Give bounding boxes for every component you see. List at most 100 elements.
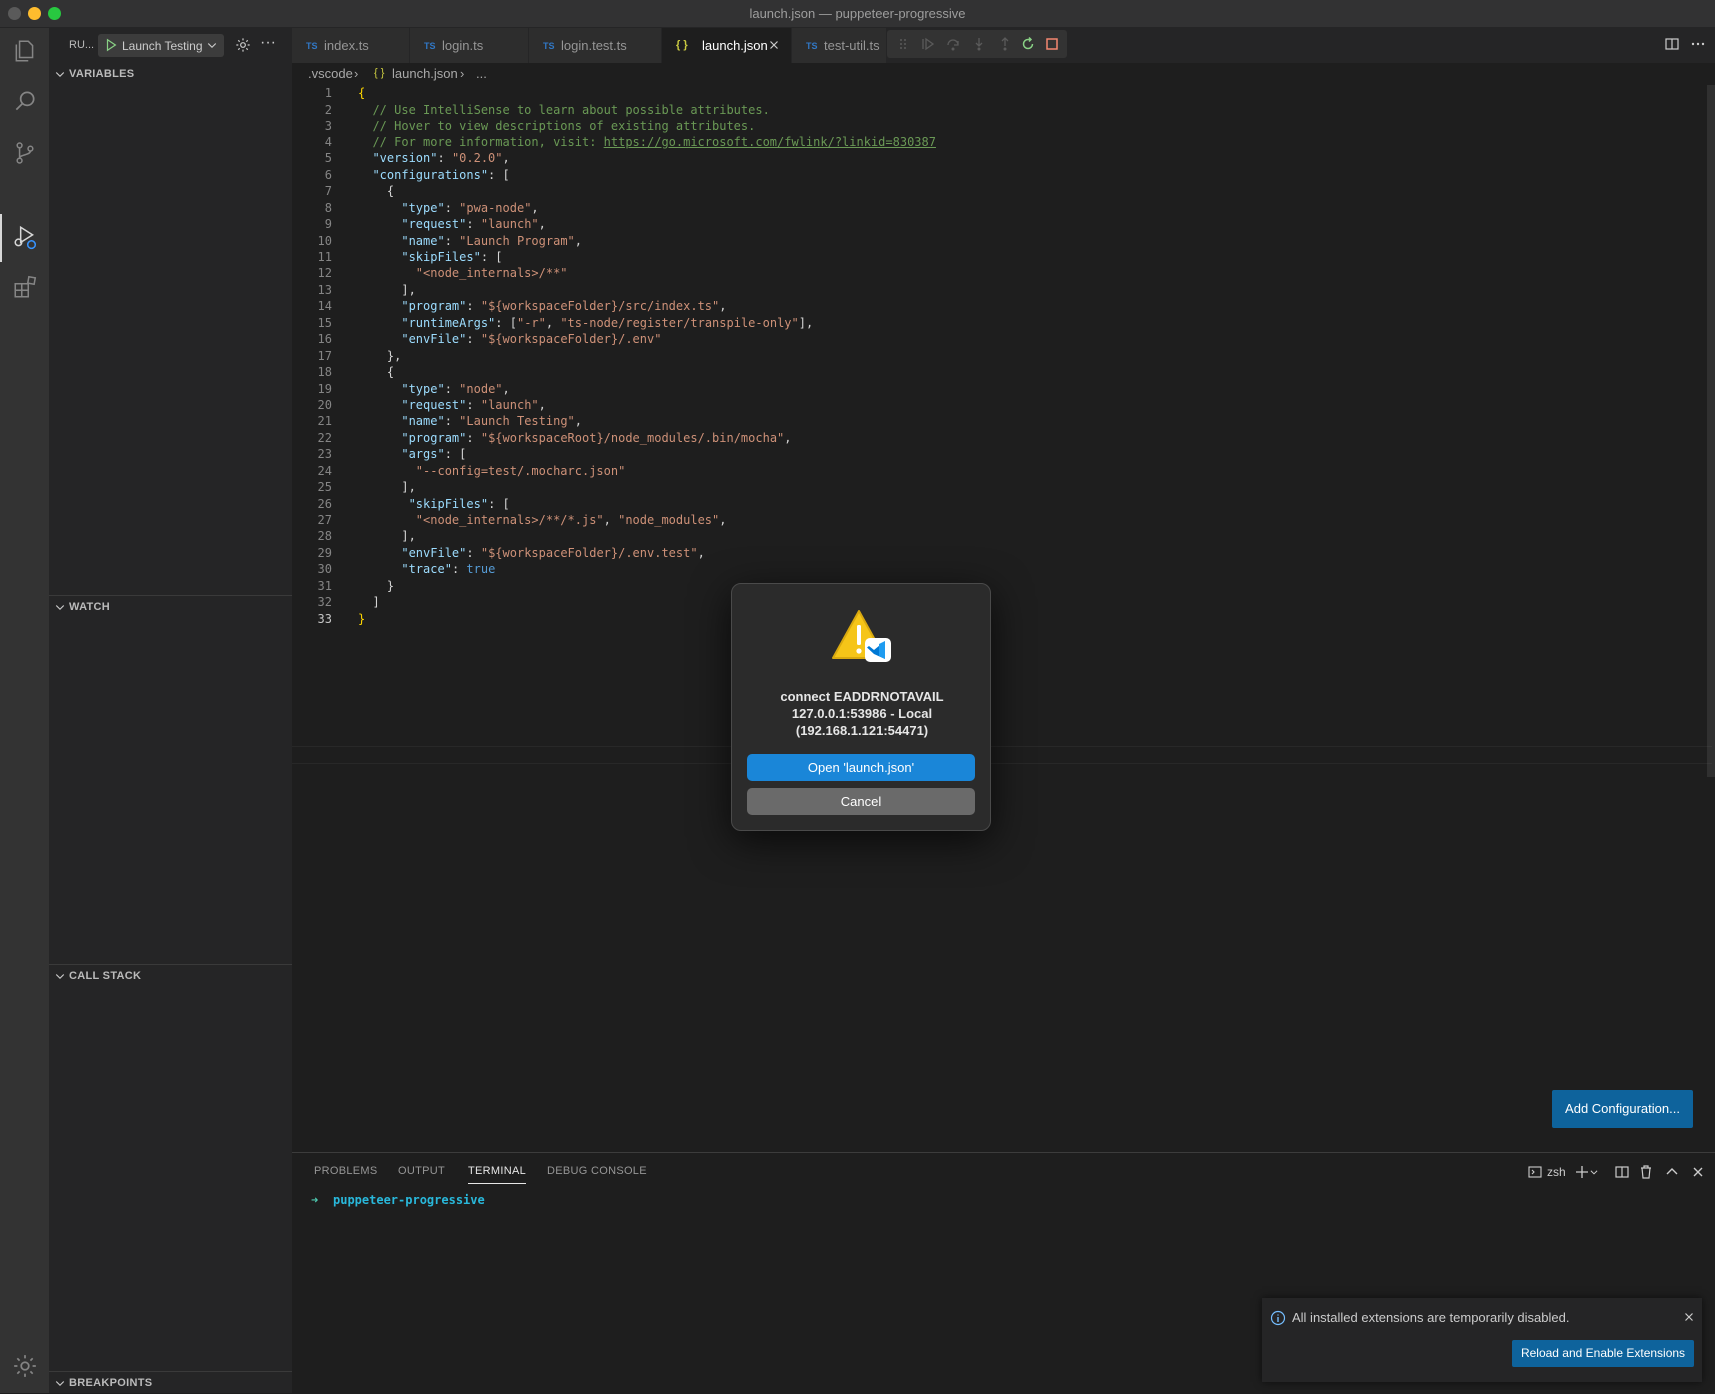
terminal-prompt-arrow: ➜: [311, 1193, 319, 1207]
line-number: 27: [317, 513, 332, 527]
call-stack-section-header[interactable]: CALL STACK: [49, 965, 292, 987]
code-line: "request": "launch",: [401, 398, 546, 412]
step-out-icon[interactable]: [997, 36, 1013, 52]
code-line: "runtimeArgs": ["-r", "ts-node/register/…: [401, 316, 814, 330]
step-over-icon[interactable]: [945, 36, 961, 52]
continue-icon[interactable]: [919, 36, 935, 52]
code-line: {: [358, 86, 366, 100]
tab-login-ts[interactable]: TS login.ts: [410, 28, 529, 63]
add-configuration-button[interactable]: Add Configuration...: [1552, 1090, 1693, 1128]
chevron-down-icon[interactable]: [206, 39, 218, 51]
stop-icon[interactable]: [1044, 36, 1060, 52]
tab-test-util-ts[interactable]: TS test-util.ts: [792, 28, 887, 63]
error-message-line: (192.168.1.121:54471): [795, 723, 929, 738]
code-line: },: [358, 349, 402, 363]
open-launch-json-button[interactable]: Open 'launch.json': [747, 754, 975, 781]
window-title: launch.json — puppeteer-progressive: [749, 6, 966, 21]
maximize-panel-icon[interactable]: [1664, 1164, 1680, 1180]
code-line: "skipFiles": [: [401, 250, 503, 264]
line-number: 4: [324, 135, 332, 149]
code-line: "envFile": "${workspaceFolder}/.env.test…: [401, 546, 705, 560]
breadcrumb-file[interactable]: launch.json: [392, 66, 458, 81]
terminal-shell-label[interactable]: zsh: [1547, 1165, 1566, 1179]
json-file-icon: { }: [374, 67, 385, 79]
call-stack-label: CALL STACK: [69, 970, 142, 982]
chevron-down-icon[interactable]: [1589, 1164, 1599, 1180]
breadcrumb-folder[interactable]: .vscode: [308, 66, 353, 81]
error-message-line: connect EADDRNOTAVAIL: [780, 689, 944, 704]
new-terminal-plus-icon[interactable]: [1574, 1164, 1590, 1180]
code-line: "configurations": [: [372, 168, 510, 182]
explorer-icon[interactable]: [12, 38, 38, 64]
source-control-icon[interactable]: [12, 140, 38, 166]
line-number: 20: [317, 398, 332, 412]
line-number: 2: [324, 103, 332, 117]
code-line: "skipFiles": [: [408, 497, 510, 511]
code-line: // For more information, visit: https://…: [372, 135, 936, 149]
breadcrumb-symbol[interactable]: ...: [476, 66, 487, 81]
code-line: {: [358, 365, 395, 379]
run-debug-sidebar: RU... Launch Testing ··· VARIABLES WATCH…: [49, 28, 292, 1393]
line-number: 15: [317, 316, 332, 330]
reload-enable-extensions-button[interactable]: Reload and Enable Extensions: [1512, 1340, 1694, 1367]
extensions-icon[interactable]: [12, 274, 38, 300]
tab-label: login.test.ts: [561, 38, 627, 53]
line-number: 29: [317, 546, 332, 560]
typescript-file-icon: TS: [306, 41, 318, 51]
tab-problems[interactable]: PROBLEMS: [314, 1165, 378, 1177]
fwlink-url[interactable]: https://go.microsoft.com/fwlink/?linkid=…: [604, 135, 936, 149]
open-launch-json-gear-icon[interactable]: [235, 37, 251, 53]
code-line: ],: [358, 283, 416, 297]
typescript-file-icon: TS: [424, 41, 436, 51]
play-icon[interactable]: [104, 38, 118, 52]
drag-handle-icon[interactable]: [895, 36, 911, 52]
trash-icon[interactable]: [1638, 1164, 1654, 1180]
tab-label: test-util.ts: [824, 38, 880, 53]
editor-scrollbar[interactable]: [1707, 85, 1715, 777]
tab-label: login.ts: [442, 38, 484, 53]
split-terminal-icon[interactable]: [1614, 1164, 1630, 1180]
restart-icon[interactable]: [1020, 36, 1036, 52]
cancel-button[interactable]: Cancel: [747, 788, 975, 815]
more-actions-icon[interactable]: [1690, 36, 1706, 52]
launch-config-label: Launch Testing: [122, 39, 203, 53]
code-line: // Hover to view descriptions of existin…: [372, 119, 756, 133]
close-panel-icon[interactable]: [1690, 1164, 1706, 1180]
breadcrumb: .vscode › { } launch.json › ...: [292, 63, 1715, 85]
tab-debug-console[interactable]: DEBUG CONSOLE: [547, 1165, 647, 1177]
sidebar-header: RU... Launch Testing ···: [49, 28, 292, 63]
manage-gear-icon[interactable]: [12, 1353, 38, 1379]
warning-icon: [832, 610, 891, 662]
code-line: {: [358, 184, 395, 198]
extensions-disabled-notification: All installed extensions are temporarily…: [1262, 1298, 1702, 1382]
code-editor[interactable]: 1 2 3 4 5 6 7 8 9 10 11 12 13 14 15 16 17 18 19 20 21 22 23 24 2…: [292, 85, 1715, 1152]
active-view-indicator: [0, 214, 2, 262]
watch-section-header[interactable]: WATCH: [49, 596, 292, 618]
tab-launch-json[interactable]: { } launch.json: [662, 28, 792, 63]
tab-login-test-ts[interactable]: TS login.test.ts: [529, 28, 662, 63]
code-line: ]: [358, 595, 380, 609]
vscode-window: launch.json — puppeteer-progressive RU..…: [0, 0, 1715, 1393]
search-icon[interactable]: [12, 88, 38, 114]
tab-index-ts[interactable]: TS index.ts: [292, 28, 410, 63]
variables-section-header[interactable]: VARIABLES: [49, 63, 292, 85]
more-actions-icon[interactable]: ···: [260, 34, 276, 52]
terminal-directory: puppeteer-progressive: [333, 1193, 485, 1207]
code-line: }: [358, 612, 366, 626]
close-notification-icon[interactable]: [1682, 1310, 1696, 1324]
code-line: "name": "Launch Testing",: [401, 414, 582, 428]
run-debug-icon[interactable]: [12, 224, 38, 250]
breakpoints-section-header[interactable]: BREAKPOINTS: [49, 1372, 292, 1394]
split-editor-icon[interactable]: [1664, 36, 1680, 52]
code-line: "<node_internals>/**/*.js", "node_module…: [415, 513, 727, 527]
error-dialog: connect EADDRNOTAVAIL 127.0.0.1:53986 - …: [731, 583, 991, 831]
chevron-down-icon: [55, 1381, 65, 1387]
line-number: 30: [317, 562, 332, 576]
tab-output[interactable]: OUTPUT: [398, 1165, 445, 1177]
launch-config-dropdown[interactable]: Launch Testing: [98, 34, 224, 57]
step-into-icon[interactable]: [971, 36, 987, 52]
run-view-title: RU...: [69, 39, 95, 51]
close-tab-icon[interactable]: [767, 38, 781, 52]
code-line: "program": "${workspaceFolder}/src/index…: [401, 299, 727, 313]
tab-terminal[interactable]: TERMINAL: [468, 1165, 527, 1184]
